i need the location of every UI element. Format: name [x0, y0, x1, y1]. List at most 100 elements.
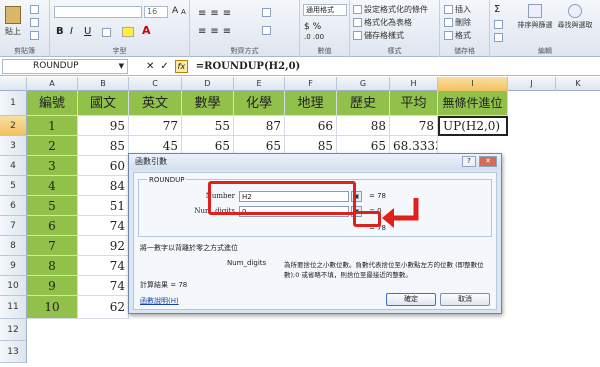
wrap-text-icon[interactable] [262, 8, 271, 17]
dialog-title-bar[interactable]: 函數引數 ? ✕ [129, 154, 501, 170]
cell-a11[interactable]: 10 [27, 296, 78, 319]
row-header-6[interactable]: 6 [0, 196, 27, 216]
cell-b3[interactable]: 85 [78, 136, 129, 156]
cell-h2[interactable]: 78 [390, 116, 438, 136]
column-header-b[interactable]: B [78, 77, 129, 91]
column-header-i[interactable]: I [438, 77, 508, 91]
dialog-close-button[interactable]: ✕ [479, 156, 497, 167]
row-header-12[interactable]: 12 [0, 319, 27, 341]
grow-font-icon[interactable]: A [172, 6, 178, 16]
currency-icon[interactable]: $ % [304, 22, 321, 32]
italic-button[interactable]: I [70, 26, 73, 37]
insert-function-button[interactable]: fx [174, 60, 188, 73]
cell-a9[interactable]: 8 [27, 256, 78, 276]
row-header-2[interactable]: 2 [0, 116, 27, 136]
ok-button[interactable]: 確定 [386, 293, 436, 306]
name-box[interactable]: ROUNDUP ▼ [2, 59, 128, 74]
column-header-a[interactable]: A [27, 77, 78, 91]
cell-g2[interactable]: 88 [337, 116, 390, 136]
header-cell-id[interactable]: 編號 [27, 91, 78, 116]
row-header-4[interactable]: 4 [0, 156, 27, 176]
cell-b11[interactable]: 62 [78, 296, 129, 319]
merge-center-icon[interactable] [262, 26, 271, 35]
underline-button[interactable]: U [84, 26, 91, 37]
column-header-j[interactable]: J [508, 77, 556, 91]
header-cell-chinese[interactable]: 國文 [78, 91, 129, 116]
header-cell-history[interactable]: 歷史 [337, 91, 390, 116]
font-size-select[interactable]: 16 [144, 6, 168, 18]
cell-a7[interactable]: 6 [27, 216, 78, 236]
number-format-select[interactable]: 通用格式 [303, 4, 347, 16]
column-header-f[interactable]: F [285, 77, 337, 91]
find-select-button[interactable]: 尋找與選取 [556, 4, 594, 30]
column-header-c[interactable]: C [129, 77, 182, 91]
function-help-link[interactable]: 函數說明(H) [140, 296, 179, 306]
font-name-select[interactable] [54, 6, 142, 18]
cell-b5[interactable]: 84 [78, 176, 129, 196]
formula-input[interactable]: =ROUNDUP(H2,0) [196, 61, 300, 72]
cell-e2[interactable]: 87 [234, 116, 285, 136]
fill-color-icon[interactable] [122, 27, 134, 37]
cell-a6[interactable]: 5 [27, 196, 78, 216]
shrink-font-icon[interactable]: A [181, 8, 186, 16]
fill-icon[interactable] [494, 20, 503, 29]
row-header-13[interactable]: 13 [0, 341, 27, 363]
conditional-format-button[interactable]: 設定格式化的條件 [353, 4, 428, 15]
bold-button[interactable]: B [56, 26, 64, 37]
cell-d2[interactable]: 55 [182, 116, 234, 136]
cut-icon[interactable] [30, 5, 39, 14]
decimal-icons[interactable]: .0 .00 [304, 33, 324, 41]
column-header-h[interactable]: H [390, 77, 438, 91]
row-header-7[interactable]: 7 [0, 216, 27, 236]
sort-filter-button[interactable]: 排序與篩選 [516, 4, 554, 30]
header-cell-math[interactable]: 數學 [182, 91, 234, 116]
header-cell-chemistry[interactable]: 化學 [234, 91, 285, 116]
enter-formula-icon[interactable]: ✓ [160, 61, 168, 72]
column-header-e[interactable]: E [234, 77, 285, 91]
row-header-3[interactable]: 3 [0, 136, 27, 156]
row-header-11[interactable]: 11 [0, 296, 27, 319]
cell-a5[interactable]: 4 [27, 176, 78, 196]
header-cell-average[interactable]: 平均 [390, 91, 438, 116]
cell-i2-active[interactable]: UP(H2,0) [438, 116, 508, 136]
cell-styles-button[interactable]: 儲存格樣式 [353, 30, 404, 41]
clear-icon[interactable] [494, 33, 503, 42]
row-header-9[interactable]: 9 [0, 256, 27, 276]
border-icon[interactable] [102, 28, 111, 37]
row-header-8[interactable]: 8 [0, 236, 27, 256]
cell-a4[interactable]: 3 [27, 156, 78, 176]
cancel-formula-icon[interactable]: ✕ [146, 61, 154, 72]
cell-a8[interactable]: 7 [27, 236, 78, 256]
cell-a2[interactable]: 1 [27, 116, 78, 136]
cell-b4[interactable]: 60 [78, 156, 129, 176]
cell-b7[interactable]: 74 [78, 216, 129, 236]
insert-button[interactable]: 插入 [444, 4, 471, 15]
column-header-d[interactable]: D [182, 77, 234, 91]
row-header-10[interactable]: 10 [0, 276, 27, 296]
cell-f2[interactable]: 66 [285, 116, 337, 136]
chevron-down-icon[interactable]: ▼ [119, 60, 124, 73]
row-header-1[interactable]: 1 [0, 91, 27, 116]
cell-b9[interactable]: 74 [78, 256, 129, 276]
format-table-button[interactable]: 格式化為表格 [353, 17, 412, 28]
delete-button[interactable]: 刪除 [444, 17, 471, 28]
cell-a10[interactable]: 9 [27, 276, 78, 296]
cell-b8[interactable]: 92 [78, 236, 129, 256]
format-painter-icon[interactable] [30, 31, 39, 40]
header-cell-english[interactable]: 英文 [129, 91, 182, 116]
column-header-k[interactable]: K [556, 77, 600, 91]
vertical-align-icons[interactable]: ≡≡≡ [198, 8, 235, 19]
horizontal-align-icons[interactable]: ≡≡≡ [198, 26, 235, 37]
column-header-g[interactable]: G [337, 77, 390, 91]
dialog-help-button[interactable]: ? [462, 156, 476, 167]
cell-c2[interactable]: 77 [129, 116, 182, 136]
cell-b2[interactable]: 95 [78, 116, 129, 136]
sum-icon[interactable]: Σ [494, 4, 500, 15]
header-cell-roundup[interactable]: 無條件進位 [438, 91, 508, 116]
font-color-icon[interactable]: A [142, 24, 151, 37]
header-cell-geography[interactable]: 地理 [285, 91, 337, 116]
row-header-5[interactable]: 5 [0, 176, 27, 196]
cell-b10[interactable]: 74 [78, 276, 129, 296]
paste-button[interactable]: 貼上 [5, 6, 21, 37]
cell-a3[interactable]: 2 [27, 136, 78, 156]
